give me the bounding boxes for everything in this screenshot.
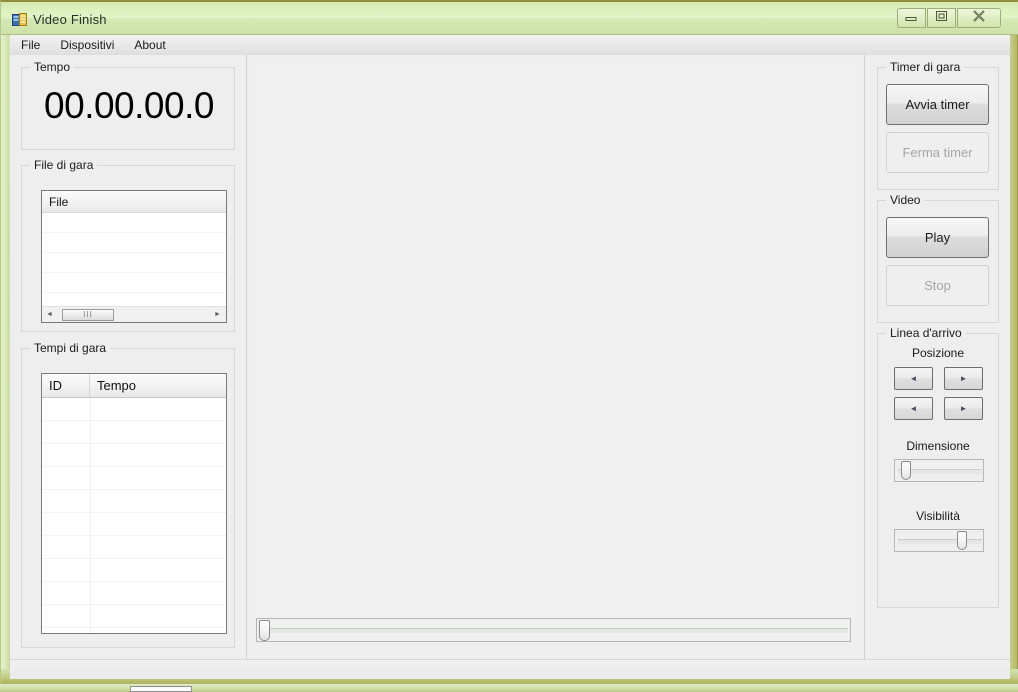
minimize-button[interactable] xyxy=(897,8,926,28)
file-list-header: File xyxy=(42,191,226,213)
right-panel: Timer di gara Avvia timer Ferma timer Vi… xyxy=(865,55,1010,659)
video-area xyxy=(247,55,865,659)
tempi-grid-body xyxy=(42,398,226,633)
trackbar-track xyxy=(261,628,848,633)
table-row[interactable] xyxy=(42,513,226,536)
list-item[interactable] xyxy=(42,213,226,233)
title-bar[interactable]: Video Finish xyxy=(1,2,1018,35)
list-item[interactable] xyxy=(42,233,226,253)
stop-button: Stop xyxy=(886,265,989,306)
slider-thumb[interactable] xyxy=(901,461,911,480)
start-timer-button[interactable]: Avvia timer xyxy=(886,84,989,125)
table-row[interactable] xyxy=(42,628,226,633)
visibilita-label: Visibilità xyxy=(916,509,960,523)
position-right-button-1[interactable]: ► xyxy=(944,367,983,390)
menu-item-about[interactable]: About xyxy=(125,36,174,54)
table-row[interactable] xyxy=(42,559,226,582)
visibility-slider[interactable] xyxy=(894,529,984,552)
tempo-groupbox: Tempo 00.00.00.0 xyxy=(21,60,235,150)
tempo-group-label: Tempo xyxy=(30,60,75,74)
arrow-left-icon: ◄ xyxy=(909,404,918,413)
window-title: Video Finish xyxy=(33,12,107,27)
timer-display: 00.00.00.0 xyxy=(44,85,214,126)
video-position-trackbar[interactable] xyxy=(256,618,851,642)
maximize-restore-button[interactable] xyxy=(927,8,956,28)
video-preview[interactable] xyxy=(253,59,861,621)
left-panel: Tempo 00.00.00.0 File di gara File ◄ III… xyxy=(10,55,247,659)
trackbar-thumb[interactable] xyxy=(259,620,270,641)
slider-track xyxy=(898,539,982,544)
tempi-di-gara-groupbox: Tempi di gara ID Tempo xyxy=(21,341,235,648)
taskbar-item[interactable] xyxy=(130,686,192,692)
timer-group-label: Timer di gara xyxy=(886,60,965,74)
status-bar xyxy=(10,659,1010,679)
finish-line-group-label: Linea d'arrivo xyxy=(886,326,966,340)
video-groupbox: Video Play Stop xyxy=(877,193,999,323)
table-row[interactable] xyxy=(42,467,226,490)
size-slider[interactable] xyxy=(894,459,984,482)
column-header-id[interactable]: ID xyxy=(42,374,90,397)
arrow-left-icon: ◄ xyxy=(909,374,918,383)
scroll-left-arrow-icon[interactable]: ◄ xyxy=(42,307,57,322)
taskbar xyxy=(0,683,1018,692)
table-row[interactable] xyxy=(42,605,226,628)
file-list-horizontal-scrollbar[interactable]: ◄ III ► xyxy=(42,306,226,322)
table-row[interactable] xyxy=(42,582,226,605)
close-button[interactable] xyxy=(957,8,1001,28)
linea-darrivo-groupbox: Linea d'arrivo Posizione ◄ ► ◄ ► Dimensi… xyxy=(877,326,999,608)
position-left-button-2[interactable]: ◄ xyxy=(894,397,933,420)
file-group-label: File di gara xyxy=(30,158,98,172)
file-di-gara-groupbox: File di gara File ◄ III ► xyxy=(21,158,235,332)
dimensione-label: Dimensione xyxy=(906,439,970,453)
arrow-right-icon: ► xyxy=(959,374,968,383)
slider-thumb[interactable] xyxy=(957,531,967,550)
tempi-group-label: Tempi di gara xyxy=(30,341,111,355)
minimize-icon xyxy=(905,9,918,27)
maximize-icon xyxy=(935,9,948,27)
position-left-button-1[interactable]: ◄ xyxy=(894,367,933,390)
timer-di-gara-groupbox: Timer di gara Avvia timer Ferma timer xyxy=(877,60,999,190)
client-area: Tempo 00.00.00.0 File di gara File ◄ III… xyxy=(10,55,1010,659)
video-group-label: Video xyxy=(886,193,925,207)
menu-item-dispositivi[interactable]: Dispositivi xyxy=(51,36,123,54)
arrow-right-icon: ► xyxy=(959,404,968,413)
table-row[interactable] xyxy=(42,444,226,467)
table-row[interactable] xyxy=(42,536,226,559)
table-row[interactable] xyxy=(42,398,226,421)
scroll-right-arrow-icon[interactable]: ► xyxy=(210,307,225,322)
scrollbar-grip-icon: III xyxy=(83,310,93,319)
tempi-data-grid[interactable]: ID Tempo xyxy=(41,373,227,634)
file-list[interactable]: File ◄ III ► xyxy=(41,190,227,323)
tempi-grid-header: ID Tempo xyxy=(42,374,226,398)
scrollbar-thumb[interactable]: III xyxy=(62,309,114,321)
position-right-button-2[interactable]: ► xyxy=(944,397,983,420)
menu-bar: File Dispositivi About xyxy=(10,35,1010,56)
list-item[interactable] xyxy=(42,253,226,273)
close-icon xyxy=(971,9,987,28)
application-icon xyxy=(12,13,27,27)
column-header-tempo[interactable]: Tempo xyxy=(90,374,226,397)
list-item[interactable] xyxy=(42,273,226,293)
posizione-label: Posizione xyxy=(911,346,965,360)
file-column-header: File xyxy=(49,194,69,209)
menu-item-file[interactable]: File xyxy=(12,36,49,54)
stop-timer-button: Ferma timer xyxy=(886,132,989,173)
table-row[interactable] xyxy=(42,421,226,444)
table-row[interactable] xyxy=(42,490,226,513)
window-frame-left xyxy=(1,2,9,686)
play-button[interactable]: Play xyxy=(886,217,989,258)
application-window: Video Finish File Dispositivi About Temp… xyxy=(0,0,1018,686)
